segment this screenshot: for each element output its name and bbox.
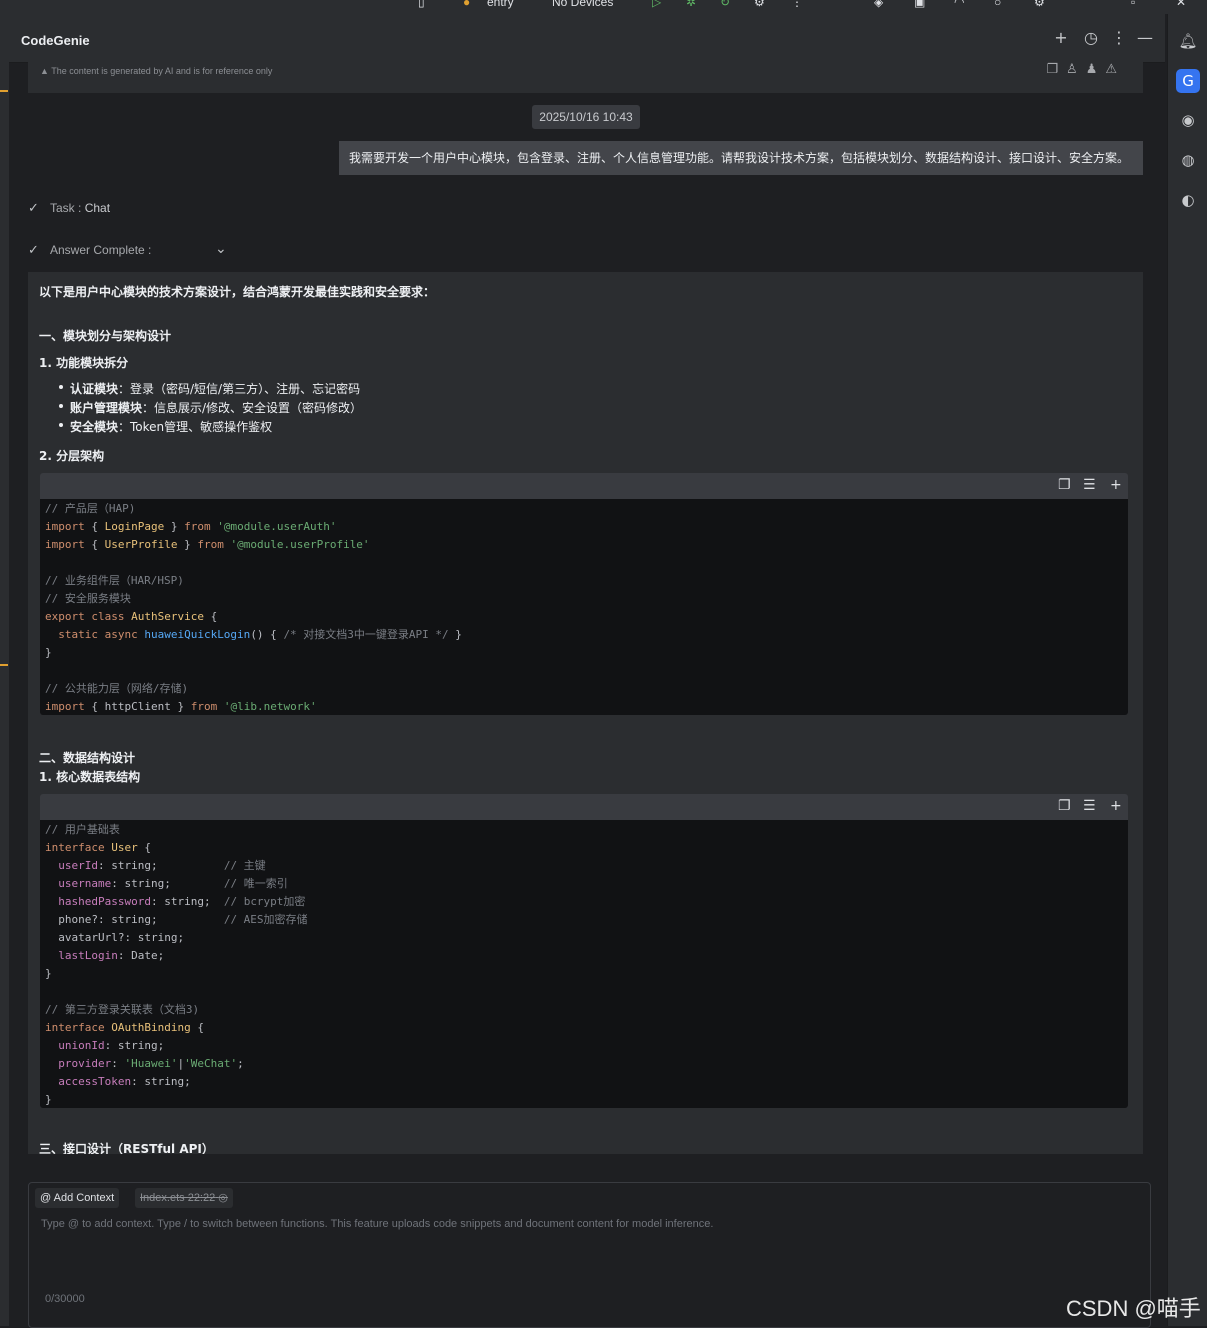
- thumbs-up-icon[interactable]: ♙: [1066, 62, 1086, 77]
- feedback-icons: ❐♙♟⚠: [1046, 62, 1125, 77]
- minimize-icon[interactable]: —: [1135, 28, 1155, 48]
- profiler-icon[interactable]: ⚙: [754, 0, 765, 9]
- left-marker: [0, 664, 8, 666]
- warning-icon: ▲: [40, 66, 52, 76]
- more-icon[interactable]: ⋮: [791, 0, 803, 9]
- code-block-toolbar: ❐ ☰ +: [40, 794, 1128, 820]
- close-icon[interactable]: ✕: [1176, 0, 1186, 9]
- left-marker: [0, 90, 8, 92]
- robot-icon[interactable]: ◍: [1176, 148, 1200, 172]
- user-message-text: 我需要开发一个用户中心模块，包含登录、注册、个人信息管理功能。请帮我设计技术方案…: [348, 151, 1129, 165]
- section-title: 一、模块划分与架构设计: [39, 329, 172, 343]
- thumbs-down-icon[interactable]: ♟: [1086, 62, 1106, 77]
- debug-icon[interactable]: ✲: [686, 0, 696, 9]
- section-title: 三、接口设计（RESTful API）: [39, 1142, 214, 1154]
- add-context-button[interactable]: @ Add Context: [35, 1188, 120, 1208]
- more-options-icon[interactable]: ⋮: [1109, 28, 1129, 48]
- answer-content: 以下是用户中心模块的技术方案设计，结合鸿蒙开发最佳实践和安全要求： 一、模块划分…: [28, 272, 1143, 1154]
- hidden-eye-icon[interactable]: ◎: [218, 1192, 228, 1204]
- disclaimer-text: ▲ The content is generated by AI and is …: [40, 66, 273, 76]
- chat-input-area[interactable]: @ Add Context Index.ets 22:22 ◎ Type @ t…: [28, 1182, 1151, 1328]
- answer-status-label: Answer Complete :: [50, 243, 152, 257]
- layout-icon[interactable]: ▣: [914, 0, 925, 9]
- globe-icon[interactable]: ◐: [1176, 188, 1200, 212]
- disclaimer-bar: ▲ The content is generated by AI and is …: [28, 62, 1143, 93]
- shield-icon[interactable]: ◈: [874, 0, 883, 9]
- task-row: ✓ Task : Chat: [28, 200, 110, 216]
- file-chip-label: Index.ets 22:22: [140, 1192, 216, 1204]
- context-file-chip[interactable]: Index.ets 22:22 ◎: [135, 1188, 233, 1208]
- entry-selector[interactable]: entry: [487, 0, 514, 9]
- panel-title: CodeGenie: [21, 33, 90, 48]
- list-item: 认证模块：登录（密码/短信/第三方）、注册、忘记密码: [70, 382, 361, 396]
- bullet-dot: [59, 404, 63, 408]
- report-icon[interactable]: ⚠: [1105, 62, 1125, 77]
- message-timestamp: 2025/10/16 10:43: [532, 105, 640, 129]
- subsection-title: 1. 功能模块拆分: [39, 356, 129, 370]
- new-chat-icon[interactable]: +: [1051, 28, 1071, 48]
- code-block: ❐ ☰ + // 产品层（HAP) import { LoginPage } f…: [40, 473, 1128, 715]
- attach-icon[interactable]: ↻: [720, 0, 730, 9]
- preview-eye-icon[interactable]: ◉: [1176, 108, 1200, 132]
- copy-code-icon[interactable]: ❐: [1058, 798, 1071, 814]
- subsection-title: 2. 分层架构: [39, 449, 105, 463]
- answer-status-row[interactable]: ✓ Answer Complete :: [28, 242, 151, 258]
- run-icon[interactable]: ▷: [652, 0, 661, 9]
- add-code-icon[interactable]: +: [1110, 798, 1122, 814]
- add-code-icon[interactable]: +: [1110, 477, 1122, 493]
- search-icon[interactable]: ○: [994, 0, 1001, 9]
- copy-code-icon[interactable]: ❐: [1058, 477, 1071, 493]
- answer-intro: 以下是用户中心模块的技术方案设计，结合鸿蒙开发最佳实践和安全要求：: [39, 285, 436, 299]
- account-icon[interactable]: ◠: [954, 0, 964, 9]
- user-message: 我需要开发一个用户中心模块，包含登录、注册、个人信息管理功能。请帮我设计技术方案…: [339, 141, 1143, 175]
- chevron-down-icon[interactable]: ⌄: [215, 241, 227, 257]
- bullet-dot: [59, 423, 63, 427]
- bullet-dot: [59, 385, 63, 389]
- section-title: 二、数据结构设计: [39, 751, 136, 765]
- history-icon[interactable]: ◷: [1081, 28, 1101, 48]
- right-tool-strip: 🔔︎ G ◉ ◍ ◐: [1167, 14, 1207, 1326]
- chat-input-placeholder[interactable]: Type @ to add context. Type / to switch …: [41, 1218, 713, 1230]
- left-tool-strip: [0, 14, 9, 1326]
- code-content: // 产品层（HAP) import { LoginPage } from '@…: [40, 499, 1128, 715]
- code-block-toolbar: ❐ ☰ +: [40, 473, 1128, 499]
- check-icon: ✓: [28, 242, 39, 257]
- notifications-icon[interactable]: 🔔︎: [1176, 29, 1200, 53]
- module-icon: ●: [463, 0, 471, 9]
- watermark: CSDN @喵手: [1066, 1296, 1201, 1321]
- task-value: Chat: [84, 201, 111, 215]
- settings-icon[interactable]: ⚙: [1034, 0, 1045, 9]
- subsection-title: 1. 核心数据表结构: [39, 770, 141, 784]
- device-icon[interactable]: ▯: [418, 0, 425, 9]
- restore-icon[interactable]: ▫: [1131, 0, 1135, 9]
- codegenie-panel: CodeGenie + ◷ ⋮ — ▲ The content is gener…: [9, 14, 1165, 1328]
- device-selector[interactable]: No Devices: [552, 0, 613, 9]
- task-label: Task :: [50, 201, 82, 215]
- insert-code-icon[interactable]: ☰: [1083, 798, 1096, 814]
- code-content: // 用户基础表 interface User { userId: string…: [40, 820, 1128, 1108]
- insert-code-icon[interactable]: ☰: [1083, 477, 1096, 493]
- panel-header: CodeGenie + ◷ ⋮ —: [9, 14, 1165, 63]
- list-item: 安全模块：Token管理、敏感操作鉴权: [70, 420, 273, 434]
- copy-icon[interactable]: ❐: [1046, 62, 1066, 77]
- ide-toolbar: ▯ ● entry No Devices ▷ ✲ ↻ ⚙ ⋮ ◈ ▣ ◠ ○ ⚙…: [0, 0, 1207, 14]
- codegenie-icon[interactable]: G: [1176, 69, 1200, 93]
- check-icon: ✓: [28, 200, 39, 215]
- char-counter: 0/30000: [45, 1293, 85, 1305]
- list-item: 账户管理模块：信息展示/修改、安全设置（密码修改）: [70, 401, 363, 415]
- code-block: ❐ ☰ + // 用户基础表 interface User { userId: …: [40, 794, 1128, 1108]
